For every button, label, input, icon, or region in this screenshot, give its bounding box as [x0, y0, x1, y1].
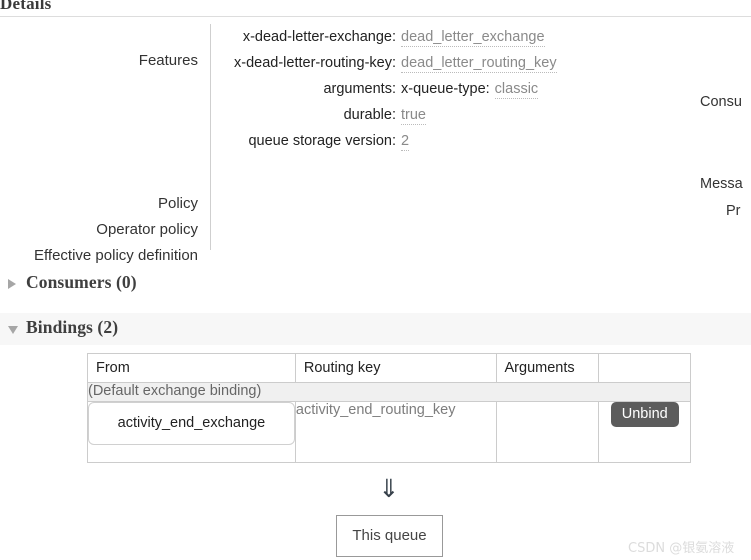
feature-value: dead_letter_routing_key [401, 55, 557, 73]
chevron-right-icon [8, 279, 16, 289]
cell-routing-key: activity_end_routing_key [294, 401, 497, 463]
heading-divider [0, 16, 751, 17]
watermark: CSDN @银氨溶液 [628, 541, 735, 556]
feature-value: classic [494, 81, 539, 99]
details-label-effective-policy-definition: Effective policy definition [34, 247, 198, 264]
section-header-bindings[interactable]: Bindings (2) [0, 313, 751, 345]
column-header-from: From [87, 353, 296, 383]
feature-row-dead-letter-routing-key: x-dead-letter-routing-key: dead_letter_ro… [226, 50, 557, 75]
unbind-button[interactable]: Unbind [610, 402, 679, 427]
column-header-arguments: Arguments [495, 353, 600, 383]
feature-row-arguments: arguments: x-queue-type: classic [226, 76, 539, 101]
column-header-routing-key: Routing key [294, 353, 497, 383]
this-queue-box: This queue [336, 515, 443, 557]
details-label-features: Features [138, 52, 198, 69]
cell-arguments [495, 401, 600, 463]
feature-value: true [401, 107, 426, 125]
feature-key: durable: [343, 107, 396, 123]
cell-actions: Unbind [598, 401, 691, 463]
bindings-table: From Routing key Arguments (Default exch… [87, 353, 691, 463]
chevron-down-icon [8, 326, 18, 334]
section-title: Bindings (2) [26, 317, 119, 337]
details-label-policy: Policy [157, 195, 198, 212]
feature-value: dead_letter_exchange [401, 29, 545, 47]
feature-key: queue storage version: [248, 133, 396, 149]
feature-row-queue-storage-version: queue storage version: 2 [226, 128, 410, 153]
section-header-consumers[interactable]: Consumers (0) [0, 268, 751, 300]
table-row-default-binding: (Default exchange binding) [87, 382, 691, 402]
page-title: Details [0, 0, 52, 13]
down-arrow-icon: ⇓ [378, 474, 400, 503]
feature-key: arguments: [323, 81, 396, 97]
queue-details-block: Features Policy Operator policy Effectiv… [0, 24, 751, 264]
feature-subkey: x-queue-type: [401, 81, 490, 97]
default-binding-label: (Default exchange binding) [87, 382, 691, 402]
details-label-operator-policy: Operator policy [96, 221, 198, 238]
feature-key: x-dead-letter-exchange: [242, 29, 396, 45]
right-label-prefetch: Pr [726, 203, 741, 219]
details-vertical-divider [210, 24, 211, 250]
column-header-actions [598, 353, 691, 383]
right-label-consumers: Consu [700, 94, 742, 110]
cell-from: activity_end_exchange [87, 401, 296, 463]
feature-row-dead-letter-exchange: x-dead-letter-exchange: dead_letter_excha… [226, 24, 545, 49]
table-header-row: From Routing key Arguments [87, 353, 691, 383]
feature-key: x-dead-letter-routing-key: [234, 55, 396, 71]
section-title: Consumers (0) [26, 272, 137, 292]
right-label-message-rates: Messa [700, 176, 743, 192]
exchange-link[interactable]: activity_end_exchange [88, 402, 295, 445]
feature-value: 2 [401, 133, 410, 151]
table-row: activity_end_exchange activity_end_routi… [87, 401, 691, 463]
feature-row-durable: durable: true [226, 102, 426, 127]
